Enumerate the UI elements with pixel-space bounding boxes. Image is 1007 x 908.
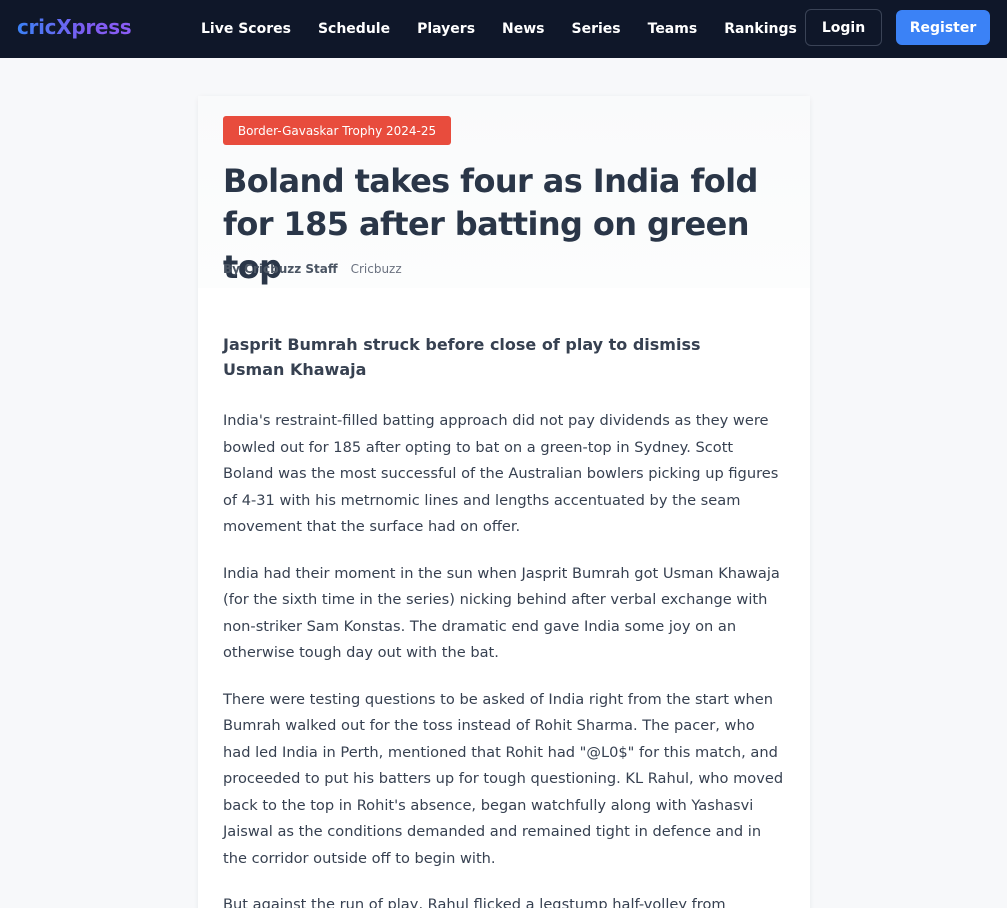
- nav-link-players[interactable]: Players: [417, 21, 475, 37]
- brand-logo[interactable]: cricXpress: [17, 15, 132, 39]
- nav-link-series[interactable]: Series: [572, 21, 621, 37]
- series-tag[interactable]: Border-Gavaskar Trophy 2024-25: [223, 116, 451, 145]
- article-paragraph: India had their moment in the sun when J…: [223, 564, 780, 662]
- article-body: India's restraint-filled batting approac…: [223, 408, 785, 908]
- article-subhead: Jasprit Bumrah struck before close of pl…: [223, 335, 701, 379]
- login-button[interactable]: Login: [805, 9, 882, 46]
- article-header: Border-Gavaskar Trophy 2024-25 Boland ta…: [198, 96, 810, 288]
- article-author: By Cricbuzz Staff: [223, 262, 338, 276]
- register-button[interactable]: Register: [896, 10, 990, 45]
- top-navbar: cricXpress Live Scores Schedule Players …: [0, 0, 1007, 58]
- article-paragraph: India's restraint-filled batting approac…: [223, 412, 779, 535]
- article-source: Cricbuzz: [350, 262, 402, 276]
- article-card: Border-Gavaskar Trophy 2024-25 Boland ta…: [198, 96, 810, 908]
- nav-link-live-scores[interactable]: Live Scores: [201, 21, 291, 37]
- nav-link-rankings[interactable]: Rankings: [724, 21, 797, 37]
- main-nav: Live Scores Schedule Players News Series…: [201, 0, 824, 58]
- nav-link-schedule[interactable]: Schedule: [318, 21, 390, 37]
- nav-link-news[interactable]: News: [502, 21, 544, 37]
- nav-link-teams[interactable]: Teams: [648, 21, 698, 37]
- article-paragraph: But against the run of play, Rahul flick…: [223, 896, 726, 908]
- article-paragraph: There were testing questions to be asked…: [223, 690, 784, 867]
- article-meta: By Cricbuzz Staff Cricbuzz: [223, 262, 402, 276]
